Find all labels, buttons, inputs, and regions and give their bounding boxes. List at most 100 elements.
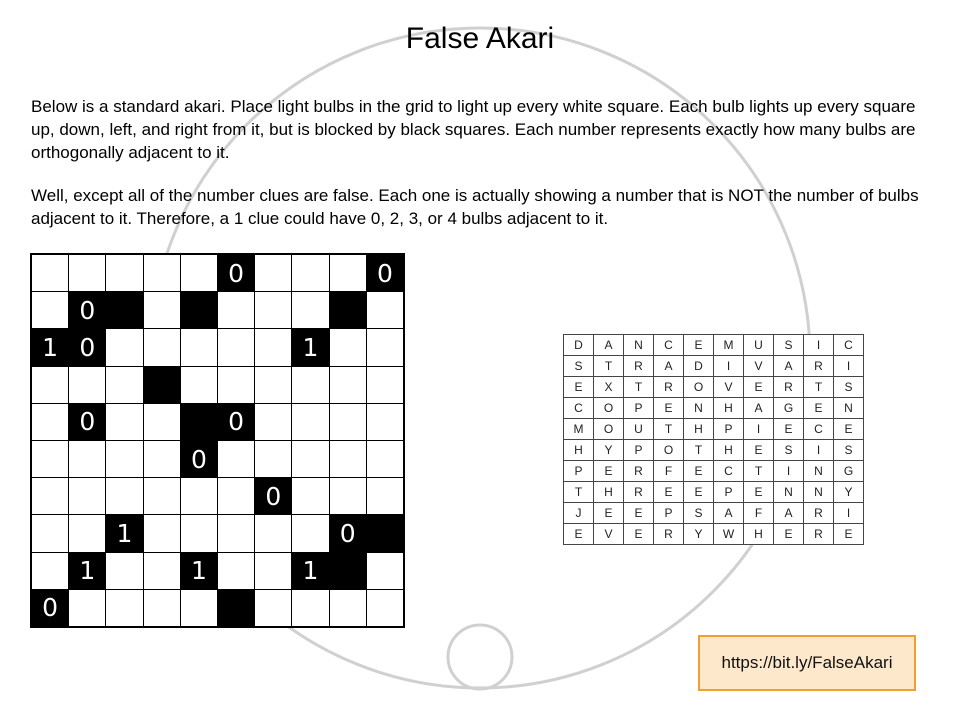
word-search-letter: H [564, 440, 593, 460]
akari-cell-white[interactable] [329, 255, 366, 292]
akari-cell-white[interactable] [180, 478, 217, 515]
akari-cell-white[interactable] [292, 589, 329, 626]
akari-cell-white[interactable] [255, 515, 292, 552]
akari-cell-white[interactable] [143, 441, 180, 478]
word-search-letter: V [744, 356, 773, 376]
word-search-letter: N [834, 398, 863, 418]
akari-cell-white[interactable] [32, 552, 69, 589]
akari-cell-white[interactable] [292, 515, 329, 552]
word-search-letter: C [564, 398, 593, 418]
word-search-letter: T [594, 356, 623, 376]
akari-clue-cell: 1 [69, 552, 106, 589]
akari-cell-white[interactable] [218, 478, 255, 515]
word-search-letter: E [744, 482, 773, 502]
akari-cell-white[interactable] [32, 441, 69, 478]
akari-cell-white[interactable] [366, 589, 403, 626]
akari-cell-white[interactable] [329, 478, 366, 515]
akari-cell-white[interactable] [255, 589, 292, 626]
akari-cell-white[interactable] [218, 552, 255, 589]
akari-cell-white[interactable] [143, 589, 180, 626]
word-search-letter: Y [594, 440, 623, 460]
akari-cell-white[interactable] [69, 478, 106, 515]
word-search-letter: R [804, 524, 833, 544]
akari-cell-white[interactable] [255, 552, 292, 589]
word-search-letter: D [564, 335, 593, 355]
akari-cell-white[interactable] [106, 478, 143, 515]
word-search-letter: E [654, 482, 683, 502]
akari-clue-cell: 1 [180, 552, 217, 589]
akari-cell-white[interactable] [143, 329, 180, 366]
akari-cell-white[interactable] [255, 441, 292, 478]
akari-cell-white[interactable] [366, 403, 403, 440]
akari-cell-white[interactable] [255, 292, 292, 329]
akari-cell-white[interactable] [329, 329, 366, 366]
akari-cell-white[interactable] [143, 292, 180, 329]
akari-cell-white[interactable] [366, 441, 403, 478]
akari-cell-white[interactable] [366, 366, 403, 403]
akari-cell-white[interactable] [106, 403, 143, 440]
akari-cell-white[interactable] [143, 255, 180, 292]
akari-cell-white[interactable] [255, 403, 292, 440]
akari-cell-white[interactable] [180, 255, 217, 292]
word-search-letter: E [804, 398, 833, 418]
akari-cell-white[interactable] [32, 255, 69, 292]
akari-cell-white[interactable] [69, 366, 106, 403]
akari-cell-white[interactable] [218, 515, 255, 552]
akari-cell-white[interactable] [255, 255, 292, 292]
akari-cell-white[interactable] [366, 292, 403, 329]
akari-cell-white[interactable] [255, 329, 292, 366]
word-search-letter: P [564, 461, 593, 481]
akari-cell-white[interactable] [143, 515, 180, 552]
akari-cell-white[interactable] [32, 515, 69, 552]
akari-cell-white[interactable] [255, 366, 292, 403]
akari-cell-white[interactable] [32, 403, 69, 440]
word-search-letter: C [654, 335, 683, 355]
akari-cell-white[interactable] [143, 478, 180, 515]
akari-cell-white[interactable] [106, 329, 143, 366]
akari-cell-white[interactable] [32, 292, 69, 329]
akari-cell-white[interactable] [292, 441, 329, 478]
puzzle-link[interactable]: https://bit.ly/FalseAkari [698, 635, 916, 691]
word-search-letter: F [744, 503, 773, 523]
akari-cell-white[interactable] [366, 478, 403, 515]
akari-cell-white[interactable] [32, 366, 69, 403]
akari-cell-white[interactable] [69, 441, 106, 478]
akari-cell-white[interactable] [106, 366, 143, 403]
akari-cell-white[interactable] [106, 441, 143, 478]
akari-cell-white[interactable] [180, 589, 217, 626]
akari-cell-white[interactable] [329, 589, 366, 626]
akari-cell-white[interactable] [292, 292, 329, 329]
akari-cell-white[interactable] [69, 515, 106, 552]
akari-cell-white[interactable] [69, 589, 106, 626]
akari-cell-white[interactable] [292, 403, 329, 440]
akari-cell-white[interactable] [329, 403, 366, 440]
akari-cell-white[interactable] [143, 552, 180, 589]
word-search-letter: P [624, 398, 653, 418]
word-search-letter: H [684, 419, 713, 439]
akari-cell-white[interactable] [106, 255, 143, 292]
akari-cell-white[interactable] [32, 478, 69, 515]
akari-cell-white[interactable] [106, 589, 143, 626]
akari-cell-black [329, 552, 366, 589]
akari-cell-white[interactable] [180, 329, 217, 366]
akari-cell-white[interactable] [106, 552, 143, 589]
akari-cell-white[interactable] [366, 552, 403, 589]
akari-cell-white[interactable] [292, 255, 329, 292]
word-search-letter: S [834, 440, 863, 460]
akari-cell-white[interactable] [329, 366, 366, 403]
akari-cell-white[interactable] [218, 441, 255, 478]
akari-clue-cell: 0 [69, 329, 106, 366]
word-search-letter: O [594, 419, 623, 439]
akari-cell-white[interactable] [292, 478, 329, 515]
word-search-letter: C [834, 335, 863, 355]
akari-cell-white[interactable] [329, 441, 366, 478]
akari-cell-white[interactable] [69, 255, 106, 292]
akari-cell-white[interactable] [180, 366, 217, 403]
akari-cell-white[interactable] [218, 292, 255, 329]
akari-cell-white[interactable] [180, 515, 217, 552]
akari-cell-white[interactable] [143, 403, 180, 440]
akari-cell-white[interactable] [292, 366, 329, 403]
akari-cell-white[interactable] [218, 366, 255, 403]
akari-cell-white[interactable] [366, 329, 403, 366]
akari-cell-white[interactable] [218, 329, 255, 366]
